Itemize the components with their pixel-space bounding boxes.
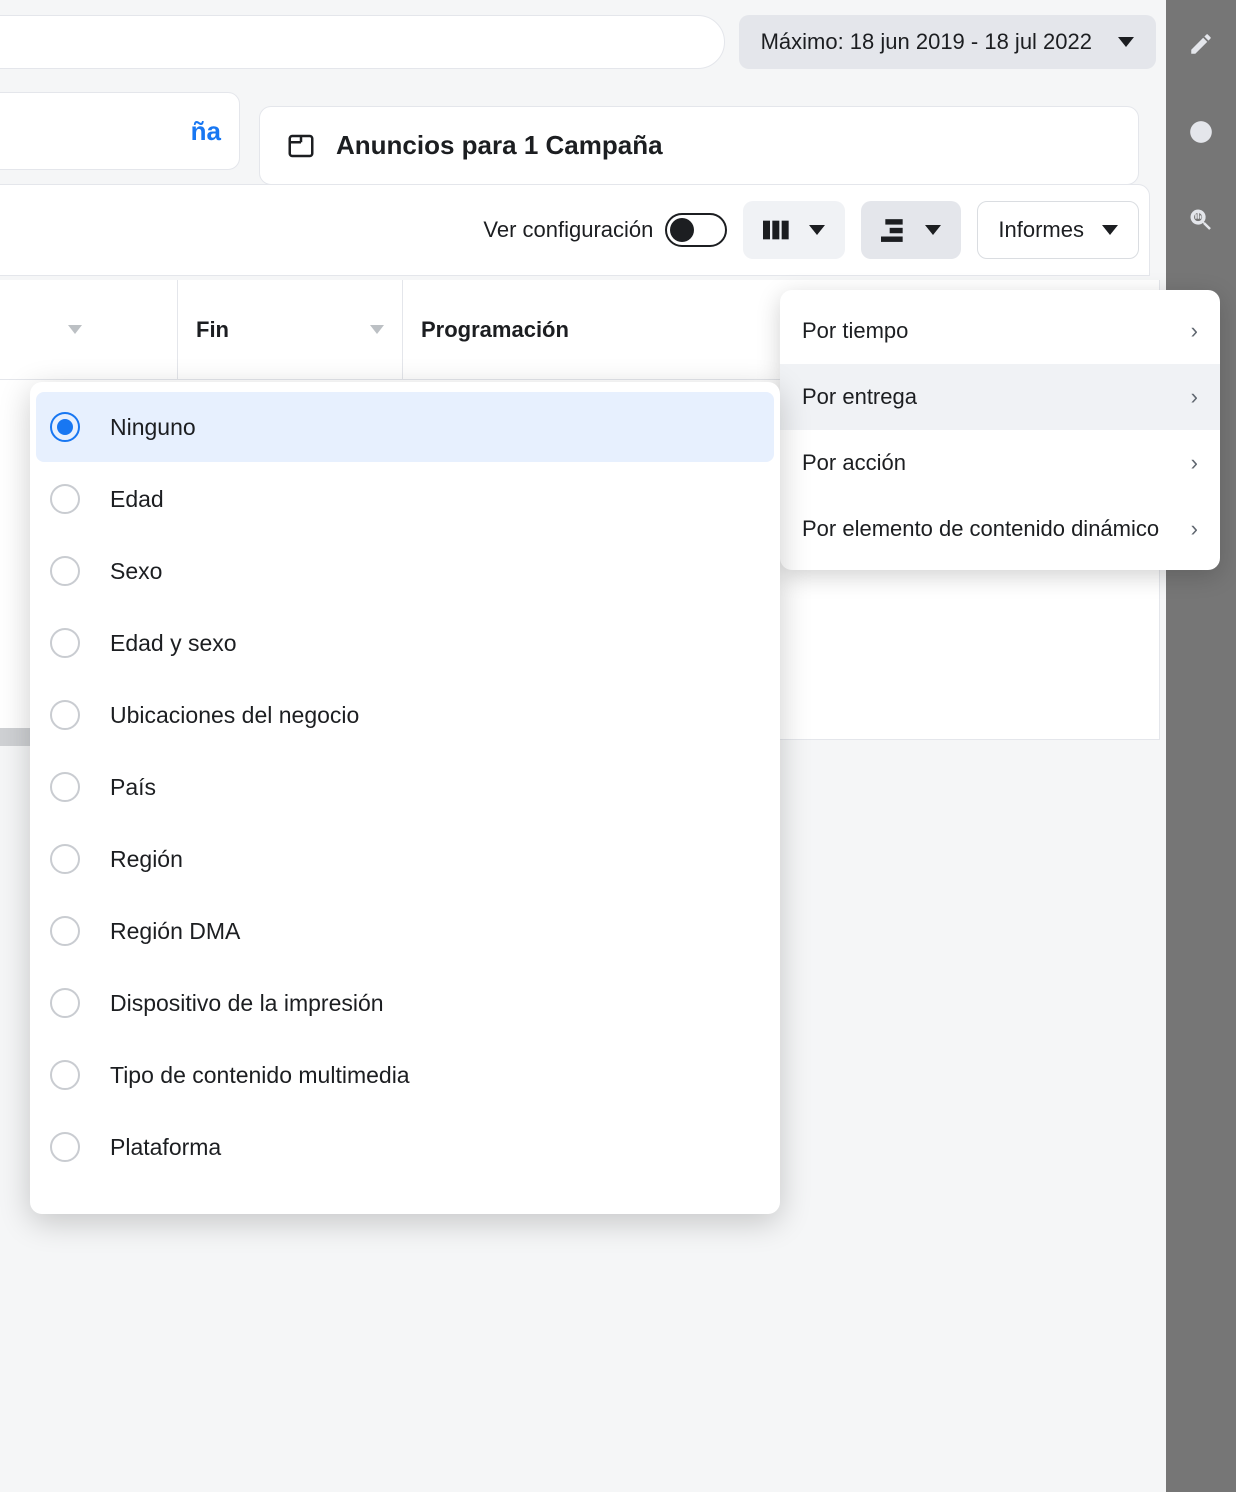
column-header-gastado[interactable]: gastado bbox=[0, 280, 178, 379]
toggle-switch[interactable] bbox=[665, 213, 727, 247]
chevron-right-icon: › bbox=[1191, 384, 1198, 410]
breakdown-option-label: Ninguno bbox=[110, 414, 196, 441]
breakdown-category-item[interactable]: Por tiempo › bbox=[780, 298, 1220, 364]
chevron-right-icon: › bbox=[1191, 450, 1198, 476]
breakdown-category-menu: Por tiempo›Por entrega›Por acción›Por el… bbox=[780, 290, 1220, 570]
breakdown-options-menu: Ninguno Edad Sexo Edad y sexo Ubicaciones de… bbox=[30, 382, 780, 1214]
radio-indicator bbox=[50, 772, 80, 802]
date-range-label: Máximo: 18 jun 2019 - 18 jul 2022 bbox=[761, 29, 1092, 55]
radio-indicator bbox=[50, 628, 80, 658]
radio-indicator bbox=[50, 844, 80, 874]
chevron-down-icon bbox=[1102, 225, 1118, 235]
breakdown-category-label: Por tiempo bbox=[802, 318, 908, 344]
breakdown-category-item[interactable]: Por entrega › bbox=[780, 364, 1220, 430]
radio-indicator bbox=[50, 484, 80, 514]
breakdown-option-label: Tipo de contenido multimedia bbox=[110, 1062, 410, 1089]
search-input[interactable] bbox=[0, 15, 725, 69]
breakdown-option-item[interactable]: Ninguno bbox=[36, 392, 774, 462]
breakdown-icon bbox=[881, 218, 907, 242]
breakdown-option-item[interactable]: Edad y sexo bbox=[36, 608, 774, 678]
toggle-knob bbox=[670, 218, 694, 242]
insights-magnifier-icon[interactable] bbox=[1185, 204, 1217, 236]
sort-caret-icon bbox=[370, 325, 384, 334]
radio-indicator bbox=[50, 412, 80, 442]
breakdown-category-label: Por acción bbox=[802, 450, 906, 476]
breakdown-option-label: Dispositivo de la impresión bbox=[110, 990, 384, 1017]
chevron-right-icon: › bbox=[1191, 318, 1198, 344]
columns-button[interactable] bbox=[743, 201, 845, 259]
breakdown-category-item[interactable]: Por elemento de contenido dinámico › bbox=[780, 496, 1220, 562]
view-config-label: Ver configuración bbox=[483, 217, 653, 243]
tab-ads[interactable]: Anuncios para 1 Campaña bbox=[259, 106, 1139, 185]
tab-adsets-active[interactable]: ña bbox=[0, 92, 240, 170]
breakdown-category-label: Por elemento de contenido dinámico bbox=[802, 516, 1159, 542]
column-label: Programación bbox=[421, 317, 569, 343]
chevron-down-icon bbox=[809, 225, 825, 235]
radio-indicator bbox=[50, 700, 80, 730]
breakdown-option-item[interactable]: Ubicaciones del negocio bbox=[36, 680, 774, 750]
breakdown-option-label: Edad bbox=[110, 486, 164, 513]
column-label: Fin bbox=[196, 317, 229, 343]
history-clock-icon[interactable] bbox=[1185, 116, 1217, 148]
breakdown-option-label: País bbox=[110, 774, 156, 801]
reports-label: Informes bbox=[998, 217, 1084, 243]
toolbar: Ver configuración Informes bbox=[0, 184, 1150, 276]
breakdown-option-item[interactable]: Dispositivo de la impresión bbox=[36, 968, 774, 1038]
breakdown-option-label: Edad y sexo bbox=[110, 630, 237, 657]
breakdown-option-label: Región DMA bbox=[110, 918, 240, 945]
breakdown-option-item[interactable]: País bbox=[36, 752, 774, 822]
sort-caret-icon bbox=[68, 325, 82, 334]
breakdown-category-label: Por entrega bbox=[802, 384, 917, 410]
breakdown-button[interactable] bbox=[861, 201, 961, 259]
breakdown-option-item[interactable]: Edad bbox=[36, 464, 774, 534]
radio-indicator bbox=[50, 1132, 80, 1162]
tab-ads-label: Anuncios para 1 Campaña bbox=[336, 130, 663, 161]
chevron-down-icon bbox=[1118, 37, 1134, 47]
window-icon bbox=[286, 131, 316, 161]
reports-button[interactable]: Informes bbox=[977, 201, 1139, 259]
breakdown-option-label: Plataforma bbox=[110, 1134, 221, 1161]
date-range-picker[interactable]: Máximo: 18 jun 2019 - 18 jul 2022 bbox=[739, 15, 1156, 69]
breakdown-option-item[interactable]: Plataforma bbox=[36, 1112, 774, 1182]
breakdown-option-label: Sexo bbox=[110, 558, 162, 585]
breakdown-option-item[interactable]: Región bbox=[36, 824, 774, 894]
breakdown-option-item[interactable]: Región DMA bbox=[36, 896, 774, 966]
radio-indicator bbox=[50, 1060, 80, 1090]
breakdown-option-label: Ubicaciones del negocio bbox=[110, 702, 359, 729]
right-utility-rail bbox=[1166, 0, 1236, 1492]
radio-indicator bbox=[50, 916, 80, 946]
column-header-fin[interactable]: Fin bbox=[178, 280, 403, 379]
chevron-down-icon bbox=[925, 225, 941, 235]
columns-icon bbox=[763, 218, 791, 242]
top-row: Máximo: 18 jun 2019 - 18 jul 2022 bbox=[0, 12, 1156, 72]
breakdown-option-item[interactable]: Tipo de contenido multimedia bbox=[36, 1040, 774, 1110]
view-config-toggle[interactable]: Ver configuración bbox=[483, 213, 727, 247]
edit-pencil-icon[interactable] bbox=[1185, 28, 1217, 60]
radio-indicator bbox=[50, 556, 80, 586]
breakdown-option-item[interactable]: Sexo bbox=[36, 536, 774, 606]
tab-active-label-fragment: ña bbox=[191, 116, 221, 147]
breakdown-category-item[interactable]: Por acción › bbox=[780, 430, 1220, 496]
breakdown-option-label: Región bbox=[110, 846, 183, 873]
radio-indicator bbox=[50, 988, 80, 1018]
chevron-right-icon: › bbox=[1191, 516, 1198, 542]
